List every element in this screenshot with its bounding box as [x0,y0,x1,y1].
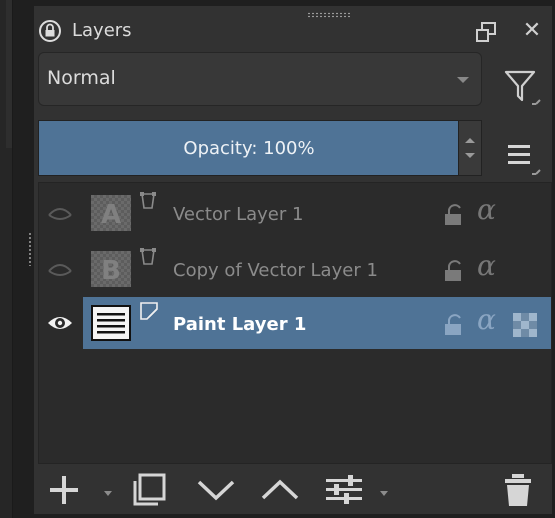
opacity-slider[interactable]: Opacity: 100% [38,120,482,176]
properties-dropdown-icon[interactable] [380,491,388,496]
splitter-handle[interactable] [28,232,32,266]
alpha-lock-icon[interactable]: α [477,303,496,336]
float-window-icon[interactable] [474,20,498,44]
layer-name: Copy of Vector Layer 1 [173,260,378,281]
layer-row[interactable]: Paint Layer 1 α [39,297,551,349]
filter-icon[interactable] [500,62,544,108]
chevron-down-icon [457,77,469,83]
layer-name: Vector Layer 1 [173,204,304,225]
svg-text:B: B [101,256,121,286]
alpha-lock-icon[interactable]: α [477,249,496,282]
unlocked-icon[interactable] [441,203,465,227]
alpha-lock-icon[interactable]: α [477,193,496,226]
unlocked-icon[interactable] [441,313,465,337]
docker-titlebar[interactable]: Layers ✕ [34,14,552,50]
layer-list: A Vector Layer 1 α B Copy of Vector Laye… [38,182,552,464]
layer-toolbar [34,464,552,514]
visible-eye-icon[interactable] [45,311,75,335]
close-icon[interactable]: ✕ [520,18,544,44]
layer-row[interactable]: A Vector Layer 1 α [39,187,551,239]
hidden-eye-icon[interactable] [45,257,75,281]
add-layer-dropdown-icon[interactable] [104,491,112,496]
vector-layer-icon [140,248,156,265]
move-down-icon[interactable] [194,472,238,508]
spin-up-icon[interactable] [465,138,475,143]
left-dock-strip [0,0,13,518]
panel-title: Layers [72,20,132,41]
delete-layer-icon[interactable] [500,472,536,508]
paint-layer-icon [140,302,158,320]
vector-layer-icon [140,192,156,209]
layer-properties-icon[interactable] [322,472,366,508]
duplicate-layer-icon[interactable] [130,472,170,508]
lock-circle-icon[interactable] [38,19,62,43]
move-up-icon[interactable] [258,472,302,508]
layer-thumbnail: A [91,195,131,231]
layer-thumbnail [91,305,131,341]
unlocked-icon[interactable] [441,259,465,283]
spin-down-icon[interactable] [465,153,475,158]
blending-mode-select[interactable]: Normal [38,52,482,106]
opacity-label: Opacity: 100% [183,138,315,159]
hidden-eye-icon[interactable] [45,201,75,225]
layer-row[interactable]: B Copy of Vector Layer 1 α [39,243,551,295]
inherit-alpha-icon[interactable] [513,313,537,337]
add-layer-icon[interactable] [46,472,82,508]
layer-thumbnail: B [91,251,131,287]
blending-mode-value: Normal [47,67,116,89]
opacity-spinner[interactable] [458,121,481,175]
layers-docker: Layers ✕ Normal Opacity: 100% A Vector L… [34,6,552,514]
dock-notch [6,0,12,148]
hamburger-menu-icon[interactable] [500,132,544,178]
layer-name: Paint Layer 1 [173,314,307,335]
svg-text:A: A [101,200,121,230]
